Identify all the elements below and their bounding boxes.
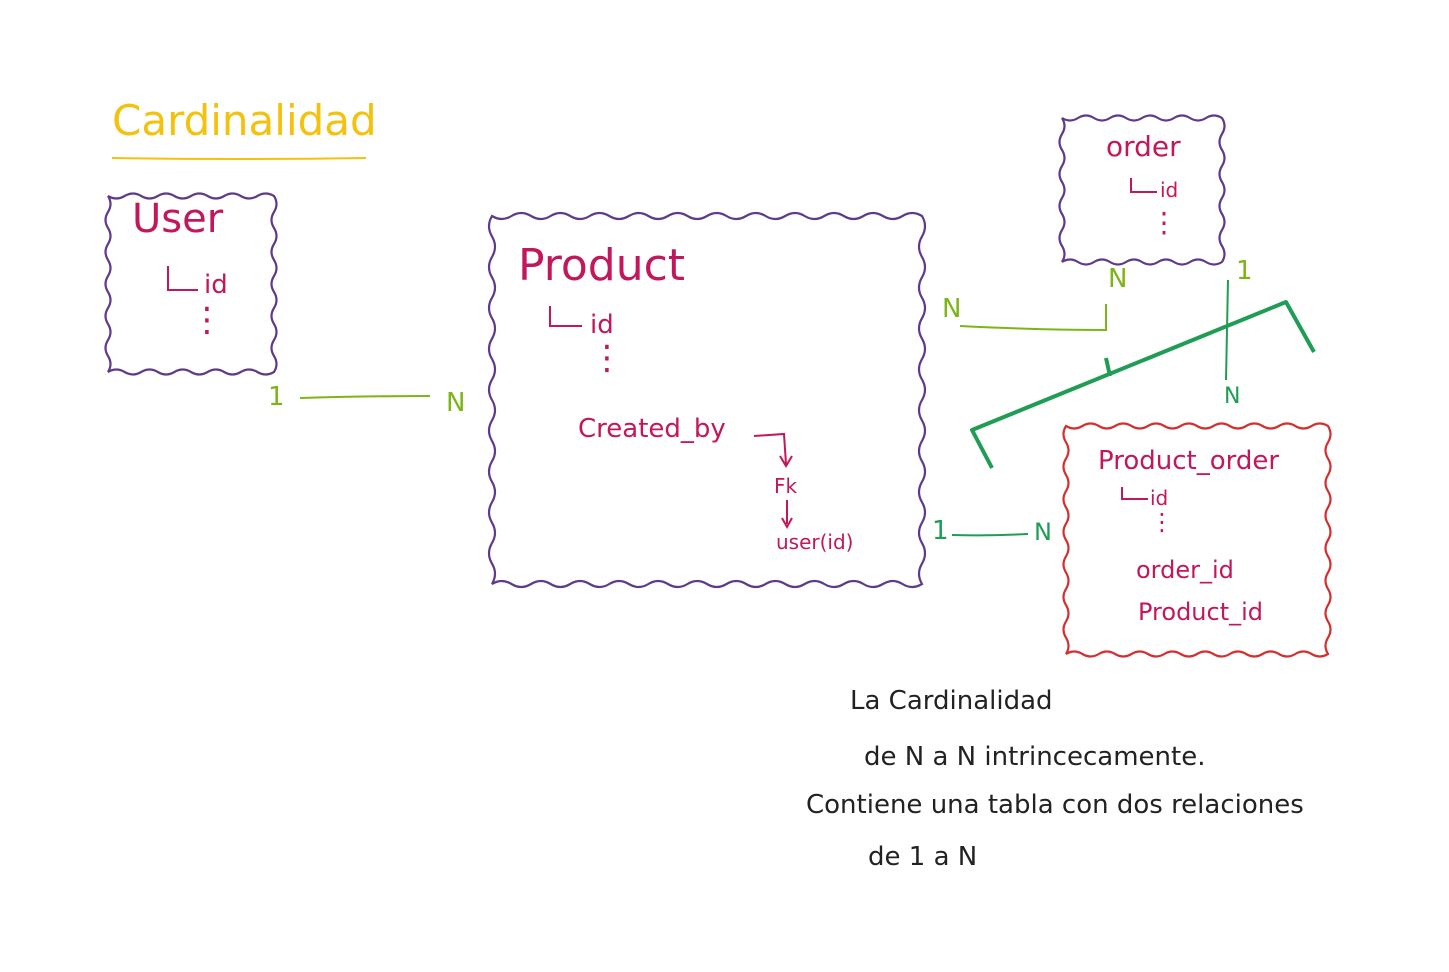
product-entity-name: Product xyxy=(518,240,686,291)
product-field-ellipsis: ⋮ xyxy=(590,338,624,378)
product-id-arrow xyxy=(549,306,582,327)
diagram-shapes xyxy=(104,114,1332,658)
order-junction-relation-line xyxy=(1225,279,1229,381)
user-entity-name: User xyxy=(132,196,224,242)
po-id-arrow xyxy=(1121,487,1148,500)
user-product-card-right: N xyxy=(446,388,466,418)
product-fk-reference: user(id) xyxy=(776,530,854,554)
product-order-field-order-id: order_id xyxy=(1136,556,1234,584)
product-order-card-right: N xyxy=(1108,264,1128,294)
product-order-field-ellipsis: ⋮ xyxy=(1150,508,1174,536)
user-field-ellipsis: ⋮ xyxy=(190,300,224,340)
order-field-ellipsis: ⋮ xyxy=(1150,206,1178,239)
user-product-card-left: 1 xyxy=(268,382,285,412)
order-entity-name: order xyxy=(1106,130,1181,163)
user-product-relation-line xyxy=(299,395,431,399)
note-line-2: de N a N intrincecamente. xyxy=(864,742,1206,772)
order-id-arrow xyxy=(1130,178,1157,193)
diagram-canvas: Cardinalidad User id ⋮ Product id ⋮ Crea… xyxy=(0,0,1449,972)
product-order-field-product-id: Product_id xyxy=(1138,598,1264,626)
note-line-3: Contiene una tabla con dos relaciones xyxy=(806,790,1304,820)
nn-bracket xyxy=(970,300,1316,469)
product-junction-relation-line xyxy=(951,533,1029,537)
product-order-field-id: id xyxy=(1150,486,1169,510)
product-order-entity-name: Product_order xyxy=(1098,446,1280,476)
product-field-created-by: Created_by xyxy=(578,414,726,444)
note-line-4: de 1 a N xyxy=(868,842,978,872)
product-order-card-left: N xyxy=(942,294,962,324)
note-line-1: La Cardinalidad xyxy=(850,686,1053,716)
order-field-id: id xyxy=(1160,178,1179,202)
product-order-relation-line xyxy=(959,304,1107,332)
junction-top-card: N xyxy=(1224,384,1241,409)
product-junction-card-right: N xyxy=(1034,518,1052,546)
product-field-id: id xyxy=(590,310,614,340)
product-junction-card-left: 1 xyxy=(932,516,949,546)
product-fk-label: Fk xyxy=(774,474,798,498)
user-id-arrow xyxy=(167,266,198,291)
order-side-card: 1 xyxy=(1236,256,1253,286)
title-underline xyxy=(111,157,367,160)
page-title: Cardinalidad xyxy=(112,96,377,145)
user-field-id: id xyxy=(204,270,228,300)
